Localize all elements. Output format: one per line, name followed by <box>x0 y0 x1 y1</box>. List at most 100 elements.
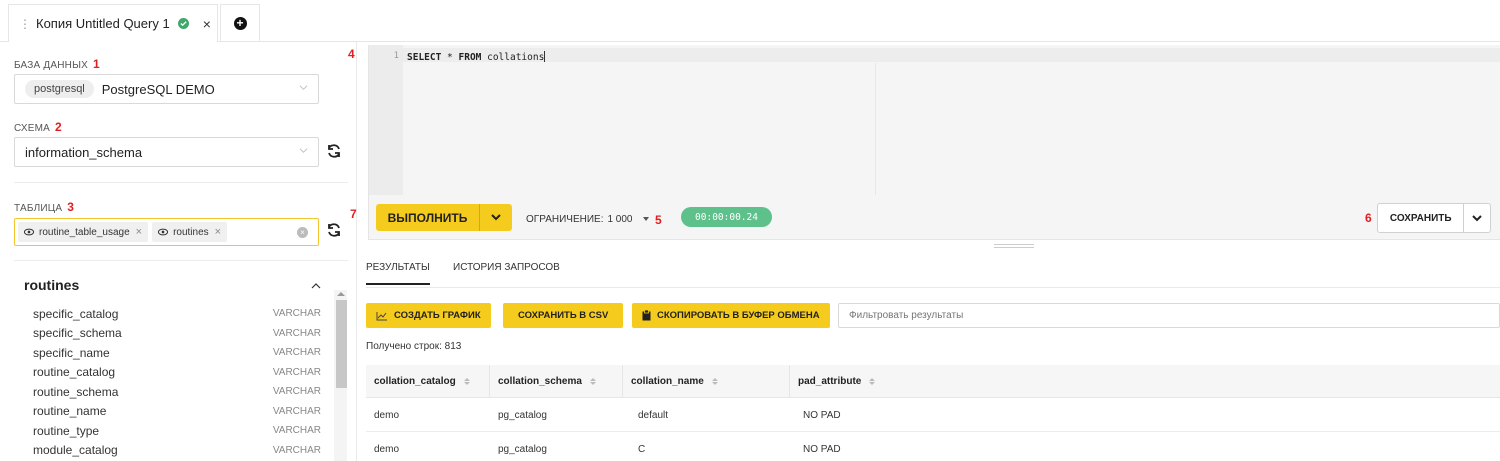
column-item[interactable]: specific_schema VARCHAR <box>33 324 321 344</box>
column-item[interactable]: module_catalog VARCHAR <box>33 441 321 461</box>
sort-icon[interactable] <box>711 378 718 385</box>
column-name: specific_catalog <box>33 306 119 321</box>
add-tab-button[interactable]: + <box>220 4 260 42</box>
plus-circle-icon: + <box>233 17 247 30</box>
column-name: routine_catalog <box>33 365 116 380</box>
limit-select[interactable]: ОГРАНИЧЕНИЕ: 1 000 <box>526 214 649 225</box>
table-cell: pg_catalog <box>498 409 547 421</box>
copy-clipboard-button[interactable]: СКОПИРОВАТЬ В БУФЕР ОБМЕНА <box>632 303 830 328</box>
table-cell: demo <box>374 409 400 421</box>
refresh-schema-icon[interactable] <box>326 143 342 159</box>
table-row[interactable]: demo pg_catalog C NO PAD <box>366 432 1500 461</box>
query-toolbar: ВЫПОЛНИТЬ ОГРАНИЧЕНИЕ: 1 000 5 00:00:00.2… <box>368 195 1500 240</box>
column-type: VARCHAR <box>272 386 321 398</box>
schema-value: information_schema <box>25 144 143 160</box>
sql-code[interactable]: SELECT * FROM collations <box>407 51 546 63</box>
column-header[interactable]: pad_attribute <box>790 365 1500 398</box>
column-type: VARCHAR <box>272 327 321 339</box>
check-circle-icon <box>177 18 189 29</box>
sql-editor[interactable]: 1 SELECT * FROM collations <box>368 45 1500 195</box>
annotation-marker-1: 1 <box>93 57 100 71</box>
scrollbar-thumb[interactable] <box>336 300 347 388</box>
limit-label: ОГРАНИЧЕНИЕ: <box>526 214 604 225</box>
refresh-tables-icon[interactable] <box>326 222 342 238</box>
query-tab[interactable]: ⋮ Копия Untitled Query 1 × <box>8 4 218 42</box>
chevron-down-icon <box>1472 214 1482 221</box>
eye-icon[interactable] <box>158 228 169 236</box>
table-tag[interactable]: routines × <box>152 222 228 242</box>
active-line-highlight <box>403 48 1500 62</box>
scroll-up-icon[interactable] <box>337 292 345 296</box>
save-csv-button[interactable]: СОХРАНИТЬ В CSV <box>503 303 624 328</box>
database-label: БАЗА ДАННЫХ 1 <box>14 57 100 71</box>
run-button[interactable]: ВЫПОЛНИТЬ <box>376 204 480 231</box>
tabs-divider <box>366 287 1500 288</box>
line-number: 1 <box>393 51 399 61</box>
execution-time-badge: 00:00:00.24 <box>681 207 772 227</box>
chevron-down-icon <box>299 85 308 90</box>
column-name: routine_schema <box>33 384 119 399</box>
table-tag[interactable]: routine_table_usage × <box>18 222 149 242</box>
table-cell: demo <box>374 443 400 455</box>
chevron-down-icon <box>491 214 501 221</box>
chart-icon <box>376 311 387 320</box>
caret-down-icon <box>642 217 649 221</box>
table-multiselect[interactable]: routine_table_usage × routines × × <box>14 218 319 246</box>
remove-tag-icon[interactable]: × <box>215 226 221 238</box>
sort-icon[interactable] <box>589 378 596 385</box>
column-item[interactable]: routine_type VARCHAR <box>33 421 321 441</box>
tab-results[interactable]: РЕЗУЛЬТАТЫ <box>366 262 430 285</box>
table-cell: NO PAD <box>803 443 841 455</box>
database-select[interactable]: postgresql PostgreSQL DEMO <box>14 74 319 104</box>
limit-value: 1 000 <box>607 214 633 225</box>
database-value: PostgreSQL DEMO <box>101 81 215 97</box>
tab-query-history[interactable]: ИСТОРИЯ ЗАПРОСОВ <box>453 262 560 273</box>
column-list: specific_catalog VARCHAR specific_schema V… <box>33 304 321 460</box>
chevron-down-icon <box>299 148 308 153</box>
column-item[interactable]: routine_schema VARCHAR <box>33 382 321 402</box>
db-type-pill: postgresql <box>25 80 94 98</box>
close-tab-icon[interactable]: × <box>203 16 211 32</box>
annotation-marker-5: 5 <box>655 213 662 227</box>
column-item[interactable]: specific_name VARCHAR <box>33 343 321 363</box>
table-row[interactable]: demo pg_catalog default NO PAD <box>366 398 1500 432</box>
column-item[interactable]: routine_catalog VARCHAR <box>33 363 321 383</box>
column-type: VARCHAR <box>272 405 321 417</box>
column-name: routine_type <box>33 423 100 438</box>
annotation-marker-4: 4 <box>348 47 355 61</box>
column-header[interactable]: collation_name <box>623 365 790 398</box>
save-button[interactable]: СОХРАНИТЬ <box>1378 204 1465 232</box>
column-type: VARCHAR <box>272 308 321 320</box>
annotation-marker-6: 6 <box>1365 211 1372 225</box>
run-options-button[interactable] <box>480 204 512 231</box>
editor-resize-handle[interactable] <box>994 244 1034 248</box>
editor-print-margin <box>875 63 876 195</box>
column-header[interactable]: collation_catalog <box>366 365 490 398</box>
clear-all-icon[interactable]: × <box>297 227 308 238</box>
annotation-marker-7: 7 <box>350 207 357 221</box>
collapse-chevron-icon[interactable] <box>311 282 321 289</box>
column-type: VARCHAR <box>272 347 321 359</box>
table-cell: NO PAD <box>803 409 841 421</box>
tag-label: routines <box>173 226 209 238</box>
schema-select[interactable]: information_schema <box>14 137 319 167</box>
filter-results-input[interactable] <box>838 303 1500 328</box>
panel-divider[interactable] <box>356 42 357 461</box>
column-name: specific_name <box>33 345 110 360</box>
sort-icon[interactable] <box>869 378 876 385</box>
save-options-button[interactable] <box>1464 204 1490 232</box>
drag-handle-icon[interactable]: ⋮ <box>19 17 31 31</box>
remove-tag-icon[interactable]: × <box>136 226 142 238</box>
create-chart-button[interactable]: СОЗДАТЬ ГРАФИК <box>366 303 491 328</box>
sort-icon[interactable] <box>463 378 470 385</box>
left-panel: БАЗА ДАННЫХ 1 postgresql PostgreSQL DEMO … <box>0 42 348 461</box>
column-type: VARCHAR <box>272 425 321 437</box>
line-number-gutter: 1 <box>369 45 403 195</box>
column-item[interactable]: specific_catalog VARCHAR <box>33 304 321 324</box>
save-split-button: СОХРАНИТЬ <box>1377 203 1491 233</box>
eye-icon[interactable] <box>24 228 34 236</box>
column-header[interactable]: collation_schema <box>490 365 623 398</box>
column-item[interactable]: routine_name VARCHAR <box>33 402 321 422</box>
results-table-header: collation_catalog collation_schema colla… <box>366 365 1500 398</box>
table-name-heading: routines <box>24 277 80 293</box>
